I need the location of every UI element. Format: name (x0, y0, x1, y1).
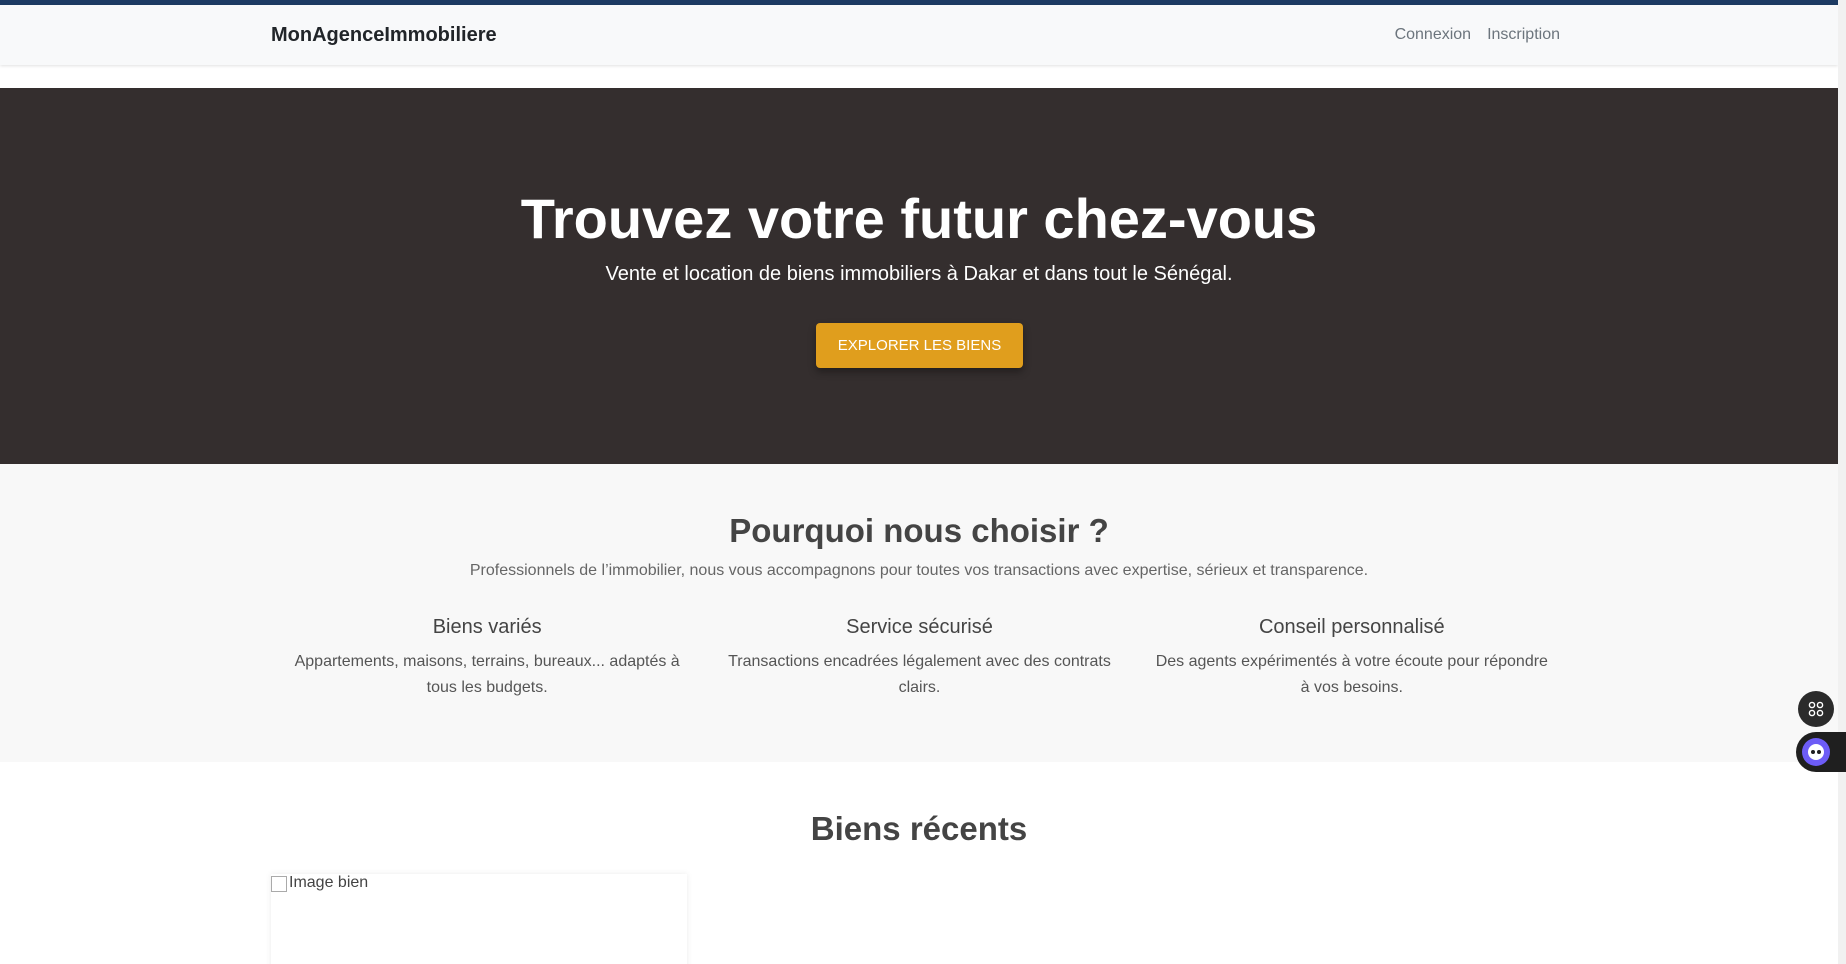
property-card[interactable]: Image bien (271, 874, 687, 964)
features-row: Biens variés Appartements, maisons, terr… (271, 616, 1568, 701)
feature-title: Conseil personnalisé (1258, 616, 1445, 638)
navbar-inner: MonAgenceImmobiliere Connexion Inscripti… (271, 5, 1560, 65)
why-title: Pourquoi nous choisir ? (729, 512, 1109, 549)
feature-text: Transactions encadrées légalement avec d… (728, 653, 1111, 696)
broken-image-icon (271, 876, 287, 892)
scrollbar[interactable] (1838, 0, 1846, 964)
feature-biens-varies: Biens variés Appartements, maisons, terr… (271, 616, 703, 701)
why-choose-us-section: Pourquoi nous choisir ? Professionnels d… (0, 464, 1838, 762)
feature-title: Service sécurisé (846, 616, 993, 638)
recent-title: Biens récents (810, 810, 1028, 847)
nav-link-connexion[interactable]: Connexion (1395, 26, 1472, 44)
explore-properties-button[interactable]: EXPLORER LES BIENS (816, 323, 1023, 368)
browser-viewport: MonAgenceImmobiliere Connexion Inscripti… (0, 0, 1846, 964)
feature-text: Appartements, maisons, terrains, bureaux… (294, 653, 680, 696)
feature-conseil-personnalise: Conseil personnalisé Des agents expérime… (1136, 616, 1568, 701)
assistant-face-icon (1808, 744, 1824, 760)
property-image-alt: Image bien (289, 874, 369, 891)
feature-service-securise: Service sécurisé Transactions encadrées … (703, 616, 1135, 701)
assistant-icon (1802, 738, 1830, 766)
hero-title: Trouvez votre futur chez-vous (520, 187, 1318, 250)
navbar: MonAgenceImmobiliere Connexion Inscripti… (0, 5, 1838, 65)
nav-link-inscription[interactable]: Inscription (1487, 26, 1560, 44)
feature-text: Des agents expérimentés à votre écoute p… (1155, 653, 1548, 696)
feature-title: Biens variés (432, 616, 542, 638)
floating-grid-button[interactable] (1798, 691, 1834, 727)
assistant-widget-button[interactable] (1796, 732, 1846, 772)
page: MonAgenceImmobiliere Connexion Inscripti… (0, 0, 1838, 964)
property-image: Image bien (271, 874, 687, 892)
hero-subtitle: Vente et location de biens immobiliers à… (605, 263, 1233, 285)
nav-links: Connexion Inscription (1395, 26, 1560, 44)
why-lead: Professionnels de l’immobilier, nous vou… (469, 562, 1369, 579)
hero-section: Trouvez votre futur chez-vous Vente et l… (0, 88, 1838, 464)
brand-logo-link[interactable]: MonAgenceImmobiliere (271, 24, 497, 47)
grid-icon (1808, 701, 1824, 717)
